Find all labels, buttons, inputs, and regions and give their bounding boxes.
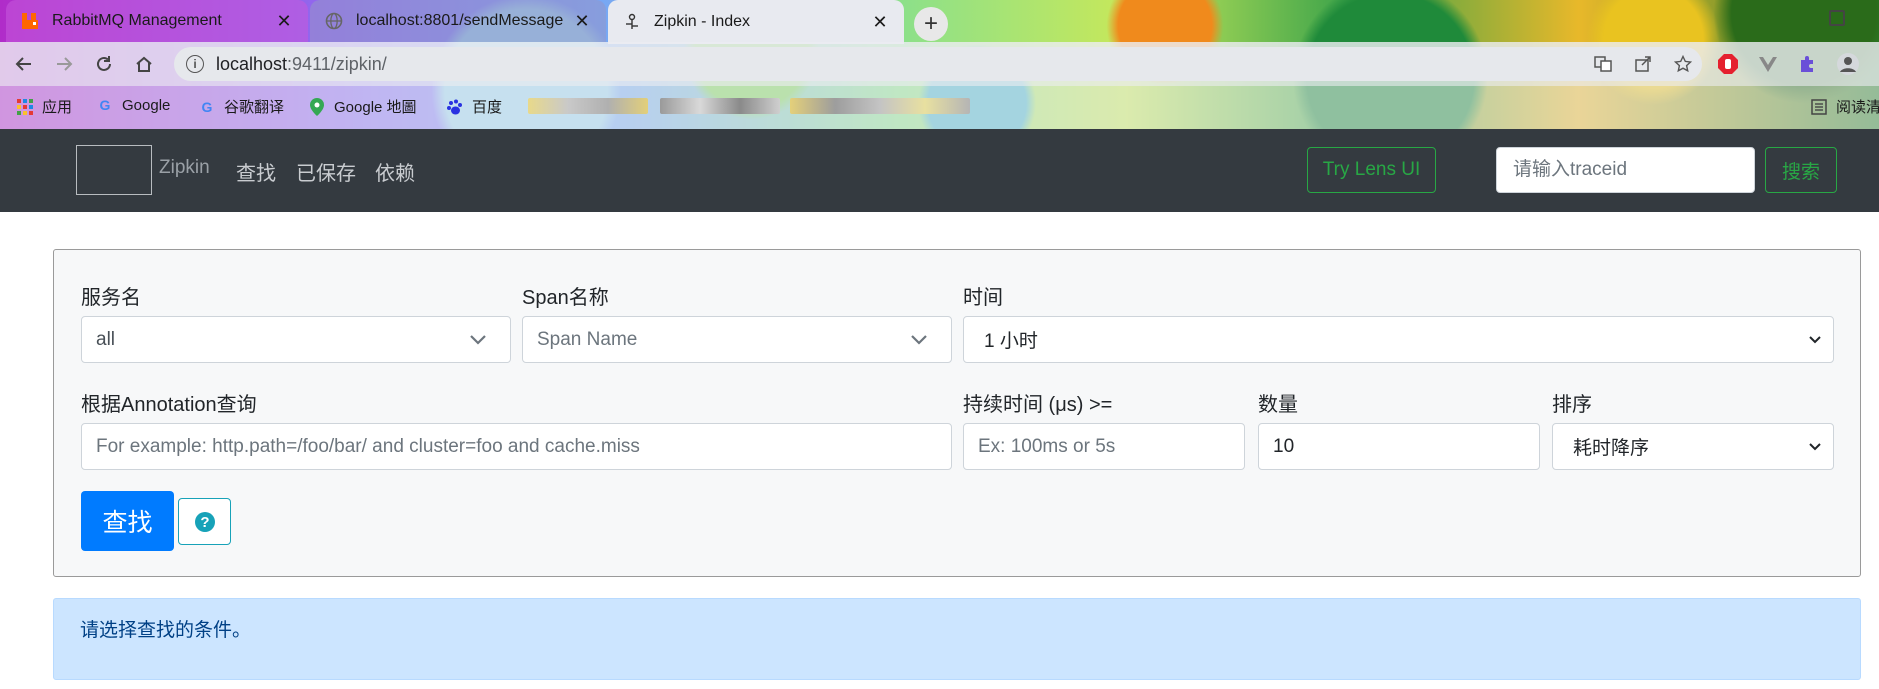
traceid-input[interactable] — [1496, 147, 1755, 193]
help-button[interactable]: ? — [178, 498, 231, 545]
service-name-label: 服务名 — [81, 287, 141, 309]
rabbitmq-icon — [20, 11, 40, 31]
bookmark-baidu[interactable]: 百度 — [446, 96, 502, 117]
bookmark-label: 谷歌翻译 — [224, 99, 285, 116]
sort-select[interactable]: 耗时降序 — [1552, 423, 1834, 470]
service-name-value: all — [96, 328, 116, 350]
time-label: 时间 — [963, 287, 1003, 309]
service-name-select[interactable]: all — [81, 316, 511, 363]
annotation-query-input[interactable]: For example: http.path=/foo/bar/ and clu… — [81, 423, 952, 470]
new-tab-button[interactable]: + — [914, 7, 948, 41]
reading-list[interactable]: 阅读清单 — [1810, 96, 1879, 117]
sort-label: 排序 — [1552, 394, 1592, 416]
vue-extension-icon[interactable] — [1756, 52, 1780, 76]
brand-name[interactable]: Zipkin — [159, 157, 210, 179]
restore-window-icon[interactable] — [1829, 10, 1845, 26]
globe-icon — [324, 11, 344, 31]
chevron-down-icon — [470, 335, 486, 345]
zipkin-icon — [622, 12, 642, 32]
tab-rabbitmq[interactable]: RabbitMQ Management ✕ — [6, 0, 308, 42]
nav-link-find[interactable]: 查找 — [236, 157, 276, 186]
bookmark-star-icon[interactable] — [1672, 53, 1694, 75]
share-icon[interactable] — [1632, 53, 1654, 75]
min-duration-input[interactable]: Ex: 100ms or 5s — [963, 423, 1245, 470]
try-lens-ui-button[interactable]: Try Lens UI — [1307, 147, 1436, 193]
span-name-placeholder: Span Name — [537, 328, 638, 350]
browser-chrome: RabbitMQ Management ✕ localhost:8801/sen… — [0, 0, 1879, 129]
adblock-extension-icon[interactable] — [1716, 52, 1740, 76]
zipkin-logo[interactable] — [76, 145, 152, 195]
info-alert: 请选择查找的条件。 — [53, 598, 1861, 680]
chevron-down-icon — [1809, 336, 1821, 344]
time-range-value: 1 小时 — [984, 331, 1038, 352]
annotation-query-placeholder: For example: http.path=/foo/bar/ and clu… — [96, 435, 640, 457]
bookmark-label: Google — [122, 96, 171, 114]
bookmark-label: 应用 — [42, 99, 73, 116]
profile-avatar-icon[interactable] — [1836, 52, 1860, 76]
blurred-bookmarks — [528, 98, 648, 114]
limit-value: 10 — [1273, 435, 1295, 457]
tab-title: RabbitMQ Management — [52, 12, 222, 29]
sort-value: 耗时降序 — [1573, 438, 1650, 459]
tab-zipkin[interactable]: Zipkin - Index ✕ — [608, 0, 904, 44]
nav-link-saved[interactable]: 已保存 — [296, 157, 356, 186]
bookmark-google-maps[interactable]: Google 地圖 — [308, 96, 417, 117]
bookmark-label: 百度 — [472, 99, 503, 116]
question-circle-icon: ? — [194, 511, 215, 532]
nav-link-dependencies[interactable]: 依赖 — [375, 157, 415, 186]
min-duration-label: 持续时间 (μs) >= — [963, 394, 1113, 416]
tab-send-message[interactable]: localhost:8801/sendMessage ✕ — [310, 0, 606, 42]
limit-input[interactable]: 10 — [1258, 423, 1540, 470]
tab-title: Zipkin - Index — [654, 13, 751, 30]
back-icon[interactable] — [10, 50, 38, 78]
home-icon[interactable] — [130, 50, 158, 78]
time-range-select[interactable]: 1 小时 — [963, 316, 1834, 363]
traceid-search-button[interactable]: 搜索 — [1765, 147, 1837, 193]
apps-grid-icon — [16, 98, 34, 116]
google-icon: G — [201, 98, 213, 115]
translate-icon[interactable] — [1592, 53, 1614, 75]
find-traces-button[interactable]: 查找 — [81, 491, 174, 551]
annotation-query-label: 根据Annotation查询 — [81, 394, 257, 416]
extensions-puzzle-icon[interactable] — [1796, 52, 1820, 76]
min-duration-placeholder: Ex: 100ms or 5s — [978, 435, 1116, 457]
browser-toolbar: i localhost:9411/zipkin/ — [0, 42, 1879, 86]
bookmark-google-translate[interactable]: G 谷歌翻译 — [198, 96, 284, 117]
chevron-down-icon — [1809, 443, 1821, 451]
alert-message: 请选择查找的条件。 — [80, 620, 252, 641]
close-tab-icon[interactable]: ✕ — [870, 12, 890, 33]
google-icon: G — [99, 97, 111, 113]
close-tab-icon[interactable]: ✕ — [572, 11, 592, 32]
reading-list-icon — [1810, 98, 1828, 116]
bookmark-apps[interactable]: 应用 — [16, 96, 72, 117]
tab-strip: RabbitMQ Management ✕ localhost:8801/sen… — [0, 0, 1879, 44]
limit-label: 数量 — [1258, 394, 1298, 416]
bookmark-label: 阅读清单 — [1836, 99, 1879, 116]
site-info-icon[interactable]: i — [186, 55, 204, 73]
blurred-bookmarks — [790, 98, 970, 114]
map-pin-icon — [308, 97, 326, 116]
svg-text:?: ? — [200, 514, 209, 531]
reload-icon[interactable] — [90, 50, 118, 78]
search-form: 服务名 all Span名称 Span Name 时间 1 小时 根据Annot… — [53, 249, 1861, 577]
url-text: localhost:9411/zipkin/ — [216, 53, 387, 74]
chevron-down-icon — [911, 335, 927, 345]
span-name-label: Span名称 — [522, 287, 609, 309]
baidu-paw-icon — [446, 98, 464, 116]
bookmark-label: Google 地圖 — [334, 99, 417, 116]
bookmark-google[interactable]: G Google — [96, 96, 171, 114]
close-tab-icon[interactable]: ✕ — [274, 11, 294, 32]
blurred-bookmarks — [660, 98, 780, 114]
address-bar[interactable]: i localhost:9411/zipkin/ — [174, 47, 1702, 81]
zipkin-navbar: Zipkin 查找 已保存 依赖 Try Lens UI 搜索 — [0, 129, 1879, 212]
forward-icon[interactable] — [50, 50, 78, 78]
tab-title: localhost:8801/sendMessage — [356, 12, 564, 29]
span-name-select[interactable]: Span Name — [522, 316, 952, 363]
